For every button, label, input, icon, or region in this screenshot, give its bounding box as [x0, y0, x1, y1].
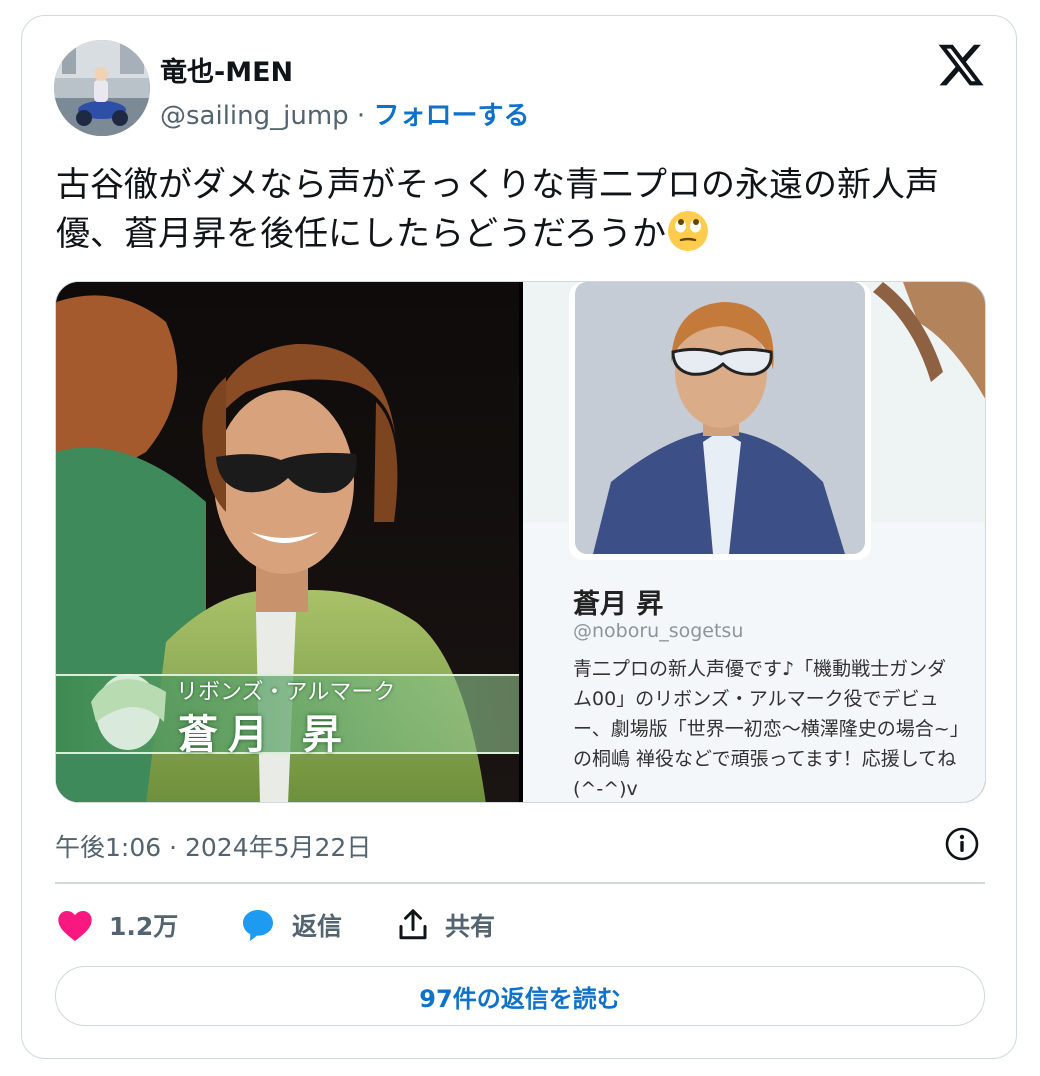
share-action[interactable]: 共有: [395, 900, 495, 950]
reply-action[interactable]: 返信: [238, 900, 342, 950]
info-icon[interactable]: [943, 825, 981, 863]
follow-button[interactable]: フォローする: [373, 101, 529, 131]
share-icon: [399, 909, 427, 940]
tweet-actions: 1.2万 返信 共有: [55, 900, 985, 950]
author-avatar[interactable]: [54, 40, 150, 136]
media-profile-name: 蒼月 昇: [573, 589, 664, 620]
reply-bubble-icon: [243, 910, 273, 941]
share-label: 共有: [445, 912, 496, 941]
tweet-media[interactable]: リボンズ・アルマーク 蒼月 昇 蒼月 昇 @noboru_sogetsu 青二プ…: [55, 281, 986, 803]
handle-separator: ·: [348, 101, 374, 131]
rolling-eyes-emoji-icon: [667, 211, 708, 251]
media-photo-right[interactable]: 蒼月 昇 @noboru_sogetsu 青二プロの新人声優です♪「機動戦士ガン…: [523, 282, 985, 802]
tweet-body: 古谷徹がダメなら声がそっくりな青二プロの永遠の新人声優、蒼月昇を後任にしたらどう…: [56, 165, 939, 254]
author-handle[interactable]: @sailing_jump: [160, 101, 349, 131]
media-profile-handle: @noboru_sogetsu: [573, 620, 744, 642]
author-handle-row: @sailing_jump · フォローする: [160, 95, 529, 132]
like-action[interactable]: 1.2万: [55, 900, 178, 950]
divider: [55, 882, 985, 884]
like-count: 1.2万: [109, 912, 179, 941]
heart-icon: [58, 911, 92, 941]
tweet-text: 古谷徹がダメなら声がそっくりな青二プロの永遠の新人声優、蒼月昇を後任にしたらどう…: [56, 162, 996, 258]
author-name[interactable]: 竜也-MEN: [160, 50, 293, 89]
x-logo-icon[interactable]: [936, 40, 986, 90]
read-replies-button[interactable]: 97件の返信を読む: [55, 966, 985, 1026]
media-caption-name: 蒼月 昇: [178, 712, 352, 758]
media-profile-bio: 青二プロの新人声優です♪「機動戦士ガンダム00」のリボンズ・アルマーク役でデビュ…: [573, 658, 960, 800]
reply-label: 返信: [292, 912, 343, 941]
tweet-timestamp[interactable]: 午後1:06 · 2024年5月22日: [55, 828, 371, 864]
